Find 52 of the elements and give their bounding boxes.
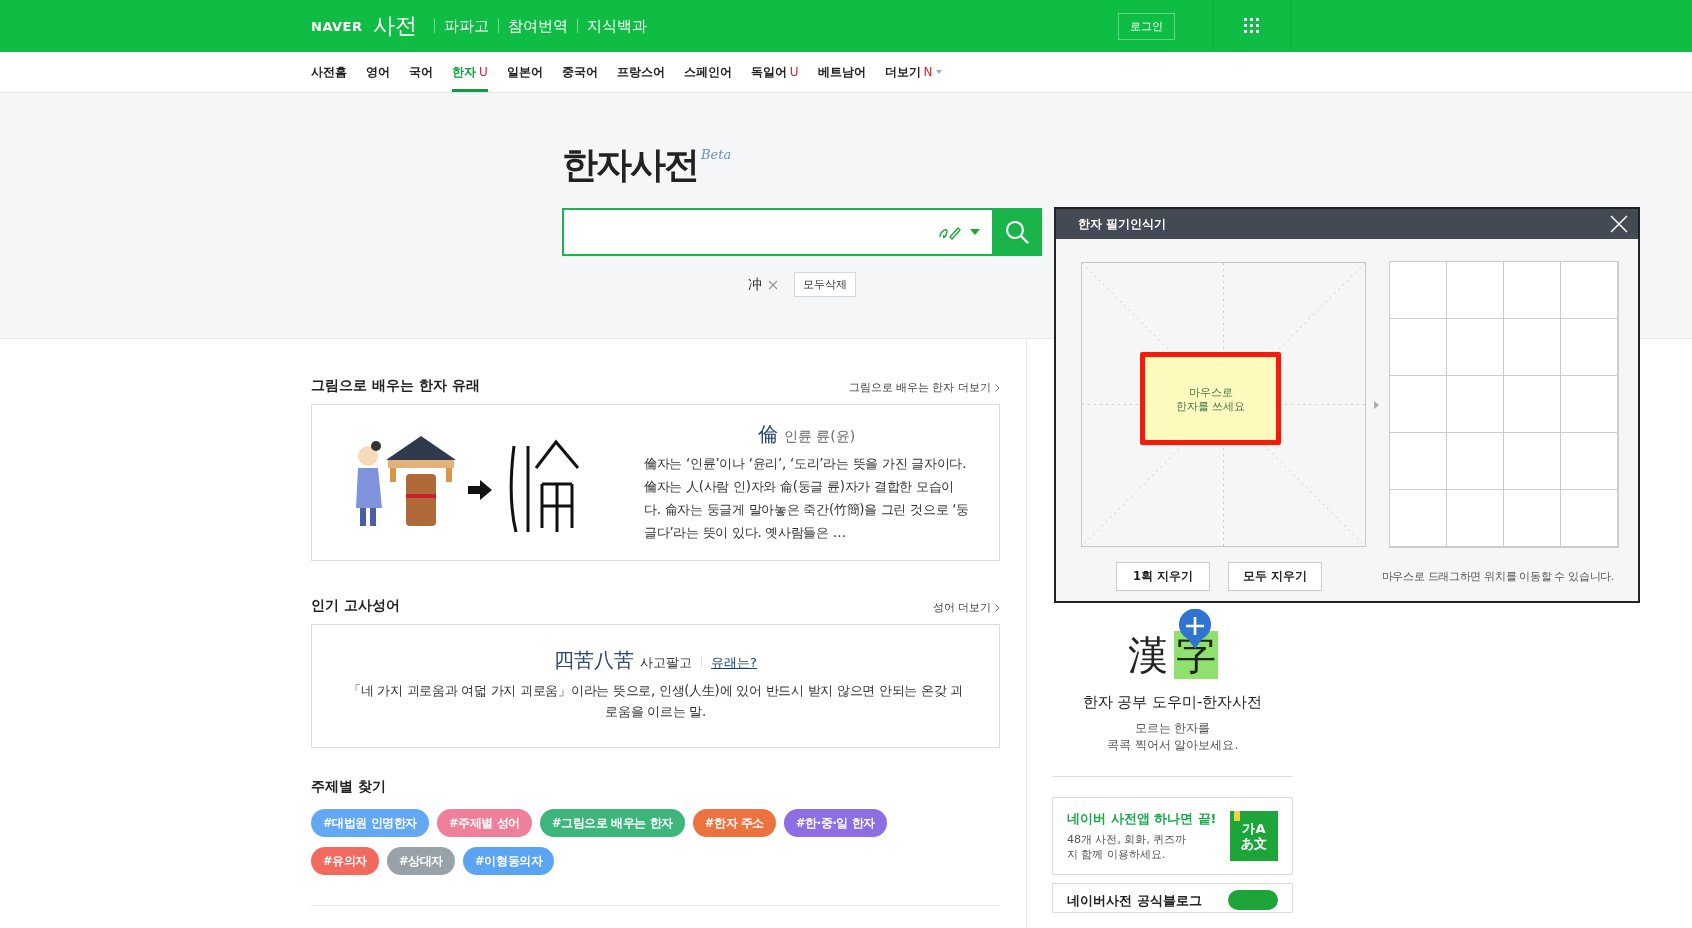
blog-pill-button[interactable] [1228, 890, 1278, 910]
more-link[interactable]: 성어 더보기 [932, 600, 1000, 615]
hanja-character[interactable]: 倫 [757, 422, 778, 446]
nav-tab[interactable]: 더보기 N [884, 52, 942, 92]
apps-grid-icon[interactable] [1244, 18, 1260, 34]
nav-tab[interactable]: 독일어 U [750, 52, 799, 92]
nav-tab[interactable]: 스페인어 [683, 52, 732, 92]
arrow-icon [1374, 400, 1379, 409]
topic-tag[interactable]: #한·중·일 한자 [784, 809, 887, 837]
dropdown-caret-icon[interactable] [970, 229, 980, 235]
hanja-reading: 인륜 륜(윤) [783, 428, 856, 444]
erase-button[interactable]: 모두 지우기 [1228, 562, 1322, 591]
drag-note: 마우스로 드래그하면 위치를 이동할 수 있습니다. [1381, 569, 1614, 584]
blog-card[interactable]: 네이버사전 공식블로그 [1052, 883, 1293, 913]
app-promo-description: 48개 사전, 회화, 퀴즈까지 함께 이용하세요. [1067, 832, 1188, 862]
nav-tab[interactable]: 일본어 [506, 52, 543, 92]
search-field[interactable] [562, 208, 992, 256]
origin-description: 倫자는 ‘인륜’이나 ‘윤리’, ‘도리’라는 뜻을 가진 글자이다. 倫자는 人(사람 인)자와 侖(둥글 륜)자가 결합한 모습이다. 侖자는 둥글게 말아놓은 죽간(竹簡)을 그린 것으로 ‘둥글다’라는 뜻이 있다. 옛사람들은 … [644, 455, 969, 542]
section-heading: 그림으로 배우는 한자 유래 [311, 377, 480, 395]
nav-tab[interactable]: 프랑스어 [616, 52, 665, 92]
recent-search-word[interactable]: 冲 [748, 275, 762, 294]
popup-title: 한자 필기인식기 [1078, 215, 1167, 233]
chevron-icon [995, 603, 1000, 612]
idiom-reading: 사고팔고 [640, 654, 693, 672]
section-heading: 인기 고사성어 [311, 597, 400, 615]
blog-card-title: 네이버사전 공식블로그 [1067, 892, 1202, 910]
app-promo-card[interactable]: 네이버 사전앱 하나면 끝! 48개 사전, 회화, 퀴즈까지 함께 이용하세요. 가A あ文 [1052, 797, 1293, 875]
more-link[interactable]: 그림으로 배우는 한자 더보기 [848, 380, 1000, 395]
hanja-origin-card[interactable]: 倫 인륜 륜(윤) 倫자는 ‘인륜’이나 ‘윤리’, ‘도리’라는 뜻을 가진 글자이다. 倫자는 人(사람 인)자와 侖(둥글 륜)자가 결합한 모습이다. 侖자는 둥글게 말아놓은 죽간(竹簡)을 그린 것으로 ‘둥글다’라는 뜻이 있다. 옛사람들은 … [311, 404, 1000, 561]
idiom-hanja[interactable]: 四苦八苦 [554, 647, 635, 674]
nav-tab[interactable]: 사전홈 [311, 52, 347, 92]
origin-link[interactable]: 유래는? [711, 654, 757, 672]
nav-tab[interactable]: 국어 [409, 52, 433, 92]
chevron-icon [995, 383, 1000, 392]
dropdown-caret-icon[interactable] [935, 70, 942, 74]
nav-tab[interactable]: 영어 [366, 52, 390, 92]
promo-title[interactable]: 한자 공부 도우미-한자사전 [1052, 693, 1293, 712]
section-heading: 주제별 찾기 [311, 778, 387, 796]
search-button[interactable] [992, 208, 1042, 256]
idiom-meaning: 「네 가지 괴로움과 여덟 가지 괴로움」이라는 뜻으로, 인생(人生)에 있어 반드시 받지 않으면 안되는 온갖 괴로움을 이르는 말. [346, 682, 965, 721]
nav-tab[interactable]: 베트남어 [817, 52, 866, 92]
dictionary-app-icon: 가A あ文 [1230, 811, 1278, 861]
dictionary-title: 한자사전 [562, 143, 698, 187]
drawing-canvas[interactable]: 마우스로 한자를 쓰세요 [1081, 262, 1366, 547]
writing-hint: 마우스로 한자를 쓰세요 [1140, 352, 1281, 445]
search-icon [1004, 219, 1030, 245]
clear-all-button[interactable]: 모두삭제 [794, 272, 856, 297]
beta-label: Beta [701, 147, 732, 162]
erase-button[interactable]: 1획 지우기 [1116, 562, 1210, 591]
promo-description: 모르는 한자를 콕콕 찍어서 알아보세요. [1105, 720, 1240, 754]
nav-tab[interactable]: 중국어 [561, 52, 598, 92]
app-promo-title: 네이버 사전앱 하나면 끝! [1067, 810, 1217, 828]
